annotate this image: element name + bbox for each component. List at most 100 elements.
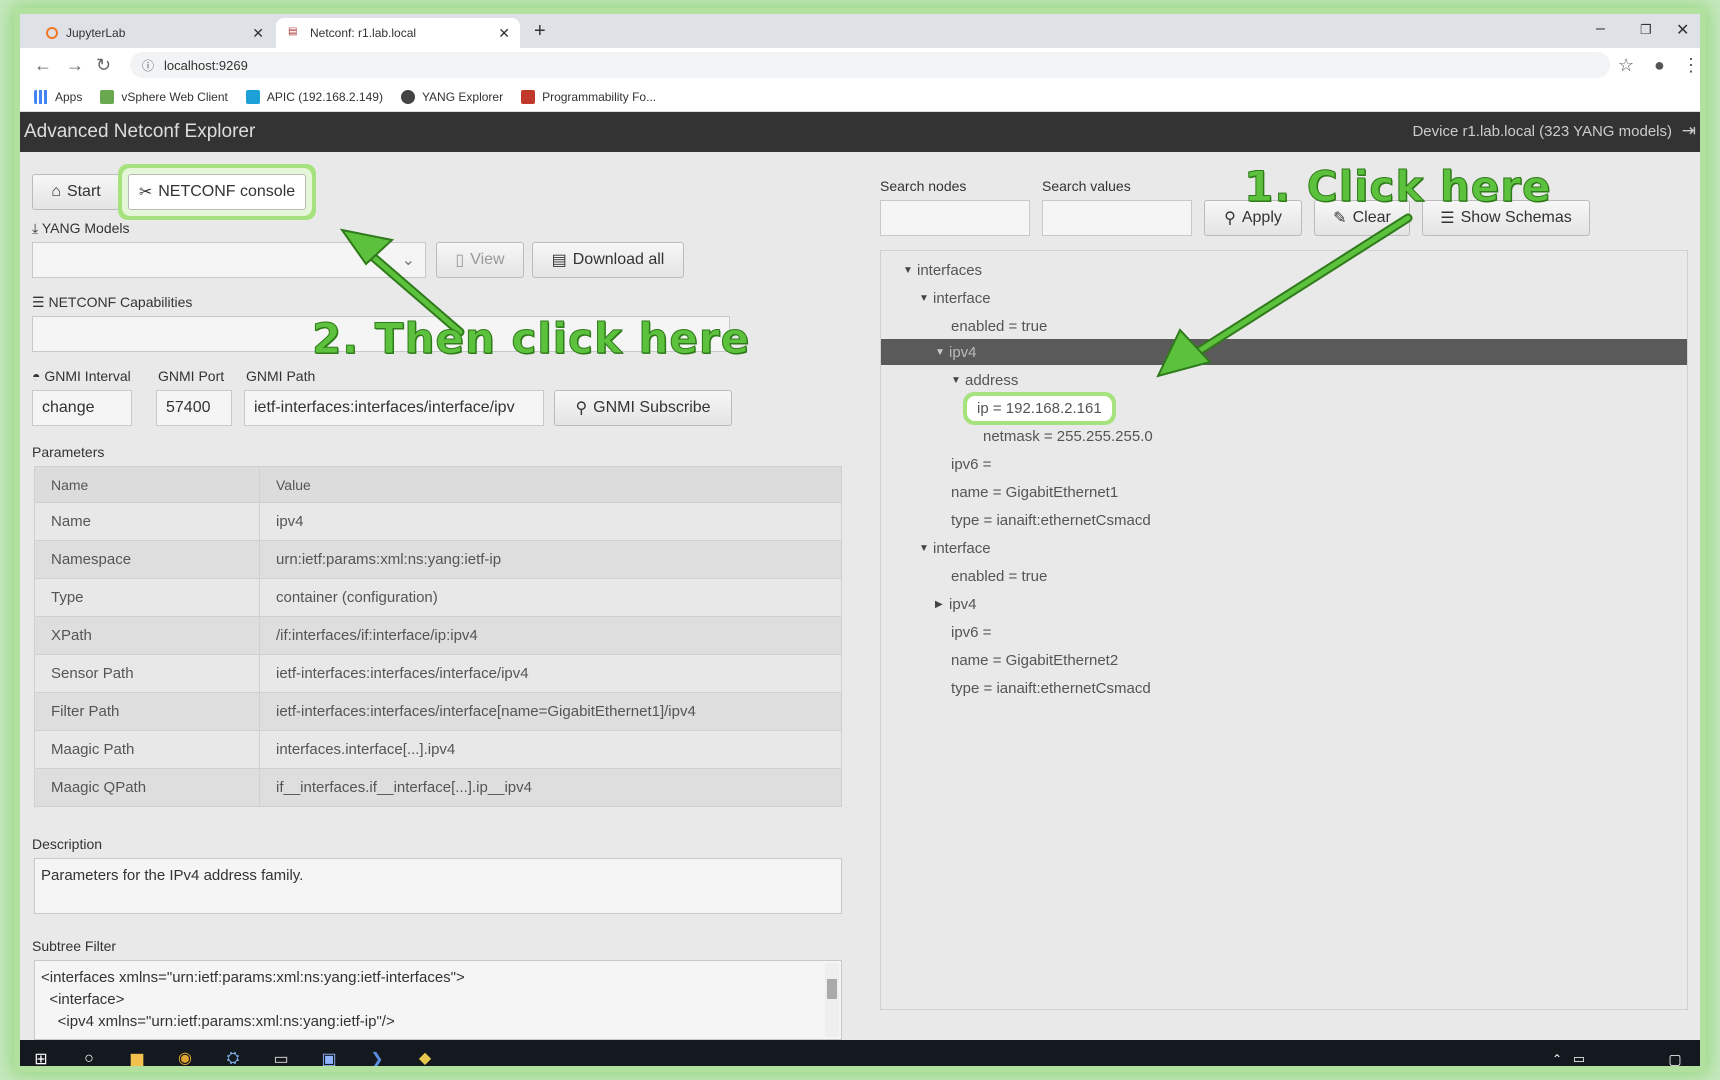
network-icon[interactable]: ⛭ xyxy=(220,1046,246,1066)
start-label: Start xyxy=(66,183,101,200)
bookmark-programmability[interactable]: Programmability Fo... xyxy=(521,89,657,104)
gnmi-interval-select[interactable]: change xyxy=(32,390,132,426)
home-icon: ⌂ xyxy=(51,183,61,200)
windows-start-icon[interactable]: ⊞ xyxy=(28,1046,54,1066)
tab-netconf[interactable]: ▤ Netconf: r1.lab.local ✕ xyxy=(276,18,520,48)
subtree-filter-editor[interactable]: <interfaces xmlns="urn:ietf:params:xml:n… xyxy=(34,960,842,1040)
bookmarks-bar: Apps vSphere Web Client APIC (192.168.2.… xyxy=(20,82,1700,112)
url-bar[interactable]: ⓘ localhost:9269 xyxy=(130,52,1610,78)
tree-node[interactable]: type = ianaift:ethernetCsmacd xyxy=(951,507,1151,533)
tree-node-label: name = GigabitEthernet2 xyxy=(951,651,1119,669)
capabilities-text: NETCONF Capabilities xyxy=(48,294,193,310)
forward-icon[interactable]: → xyxy=(66,55,84,76)
search-values-input[interactable] xyxy=(1042,200,1192,236)
param-value: ipv4 xyxy=(259,502,842,541)
tree-node[interactable]: ▼ interfaces xyxy=(903,257,982,283)
tree-node[interactable]: ▼ interface xyxy=(919,285,991,311)
window-icon[interactable]: ▭ xyxy=(268,1046,294,1066)
tree-node-label: ipv6 = xyxy=(951,623,992,641)
tree-node[interactable]: name = GigabitEthernet2 xyxy=(951,647,1118,673)
gnmi-port-input[interactable]: 57400 xyxy=(156,390,232,426)
netconf-console-button[interactable]: ✂ NETCONF console xyxy=(128,174,306,210)
window-close-icon[interactable]: ✕ xyxy=(1676,20,1689,40)
tree-node-label: interface xyxy=(933,289,991,307)
close-icon[interactable]: ✕ xyxy=(498,25,510,42)
restore-icon[interactable]: ❐ xyxy=(1640,22,1652,38)
bookmark-apps[interactable]: Apps xyxy=(34,89,83,104)
git-icon[interactable]: ◆ xyxy=(412,1046,438,1066)
download-all-button[interactable]: ▤ Download all xyxy=(532,242,684,278)
network-tray-icon[interactable]: ▭ xyxy=(1566,1046,1592,1066)
search-nodes-input[interactable] xyxy=(880,200,1030,236)
tree-node[interactable]: enabled = true xyxy=(951,563,1047,589)
folder-icon[interactable]: ▆ xyxy=(124,1046,150,1066)
right-panel: Search nodes Search values ⚲ Apply ✎ Cle… xyxy=(868,162,1700,1042)
menu-icon[interactable]: ⋮ xyxy=(1682,55,1700,76)
caret-down-icon[interactable]: ▼ xyxy=(919,543,933,554)
info-icon[interactable]: ⓘ xyxy=(142,57,154,74)
caret-down-icon[interactable]: ▼ xyxy=(919,293,933,304)
chrome-icon[interactable]: ◉ xyxy=(172,1046,198,1066)
yang-models-select[interactable]: ⌄ xyxy=(32,242,426,278)
tree-node[interactable]: ▼ interface xyxy=(919,535,991,561)
show-schemas-label: Show Schemas xyxy=(1460,209,1572,226)
list-icon: ☰ xyxy=(1440,210,1455,227)
close-icon[interactable]: ✕ xyxy=(252,25,264,42)
start-button[interactable]: ⌂ Start xyxy=(32,174,120,210)
param-name: Maagic QPath xyxy=(34,768,260,807)
tree-node-selected[interactable]: ▼ ipv4 xyxy=(881,339,1687,365)
bookmark-label: Apps xyxy=(55,89,83,104)
gauge-icon: ◓ xyxy=(32,368,41,384)
tree-node[interactable]: netmask = 255.255.255.0 xyxy=(983,423,1153,449)
search-circle-icon[interactable]: ○ xyxy=(76,1046,102,1066)
gnmi-subscribe-button[interactable]: ⚲ GNMI Subscribe xyxy=(554,390,732,426)
caret-right-icon[interactable]: ▶ xyxy=(935,599,949,610)
bookmark-label: Programmability Fo... xyxy=(542,89,657,104)
tree-node-label: ip = 192.168.2.161 xyxy=(971,399,1108,417)
bookmark-label: APIC (192.168.2.149) xyxy=(266,89,383,104)
param-name: Maagic Path xyxy=(34,730,260,769)
table-row: Sensor Path ietf-interfaces:interfaces/in… xyxy=(34,654,842,693)
notification-icon[interactable]: ▢ xyxy=(1662,1046,1688,1067)
tree-node-label: interface xyxy=(933,539,991,557)
reload-icon[interactable]: ↻ xyxy=(96,55,111,76)
param-name: XPath xyxy=(34,616,260,655)
new-tab-icon[interactable]: + xyxy=(534,20,546,43)
view-button[interactable]: ▯ View xyxy=(436,242,524,278)
caret-down-icon[interactable]: ▼ xyxy=(951,375,965,386)
minimize-icon[interactable]: – xyxy=(1596,20,1605,38)
tree-node[interactable]: ▼ address xyxy=(951,367,1018,393)
tab-jupyterlab[interactable]: JupyterLab ✕ xyxy=(34,18,274,48)
logout-icon[interactable]: ⇥ xyxy=(1682,121,1696,141)
scrollbar-thumb[interactable] xyxy=(827,979,837,999)
tree-node[interactable]: ipv6 = xyxy=(951,451,991,477)
user-search-icon: ⚲ xyxy=(575,400,588,417)
bookmark-yang-explorer[interactable]: YANG Explorer xyxy=(400,89,503,104)
param-value: ietf-interfaces:interfaces/interface[nam… xyxy=(259,692,842,731)
param-value: container (configuration) xyxy=(259,578,842,617)
tree-node-label: type = ianaift:ethernetCsmacd xyxy=(951,511,1151,529)
tree-node[interactable]: type = ianaift:ethernetCsmacd xyxy=(951,675,1151,701)
address-bar-row: ← → ↻ ⓘ localhost:9269 ☆ ● ⋮ xyxy=(20,48,1700,82)
tree-node[interactable]: ▶ ipv4 xyxy=(935,591,977,617)
bookmark-vsphere[interactable]: vSphere Web Client xyxy=(100,89,228,104)
caret-down-icon[interactable]: ▼ xyxy=(903,265,917,276)
bookmark-apic[interactable]: APIC (192.168.2.149) xyxy=(245,89,383,104)
powershell-icon[interactable]: ❯ xyxy=(364,1046,390,1066)
star-icon[interactable]: ☆ xyxy=(1618,55,1634,76)
tree-node[interactable]: enabled = true xyxy=(951,313,1047,339)
profile-icon[interactable]: ● xyxy=(1654,55,1665,76)
tree-node[interactable]: ipv6 = xyxy=(951,619,991,645)
back-icon[interactable]: ← xyxy=(34,55,52,76)
tree-node[interactable]: name = GigabitEthernet1 xyxy=(951,479,1118,505)
gnmi-path-input[interactable]: ietf-interfaces:interfaces/interface/ipv xyxy=(244,390,544,426)
scrollbar[interactable] xyxy=(825,963,839,1037)
search-values-label: Search values xyxy=(1042,178,1131,194)
remote-desktop-icon[interactable]: ▣ xyxy=(316,1046,342,1066)
table-header-row: Name Value xyxy=(34,466,842,503)
code-line: <interfaces xmlns="urn:ietf:params:xml:n… xyxy=(41,969,465,986)
table-row: Maagic QPath if__interfaces.if__interface… xyxy=(34,768,842,807)
caret-down-icon[interactable]: ▼ xyxy=(935,347,949,358)
table-row: Filter Path ietf-interfaces:interfaces/in… xyxy=(34,692,842,731)
tree-node-ip[interactable]: ip = 192.168.2.161 xyxy=(971,395,1108,421)
